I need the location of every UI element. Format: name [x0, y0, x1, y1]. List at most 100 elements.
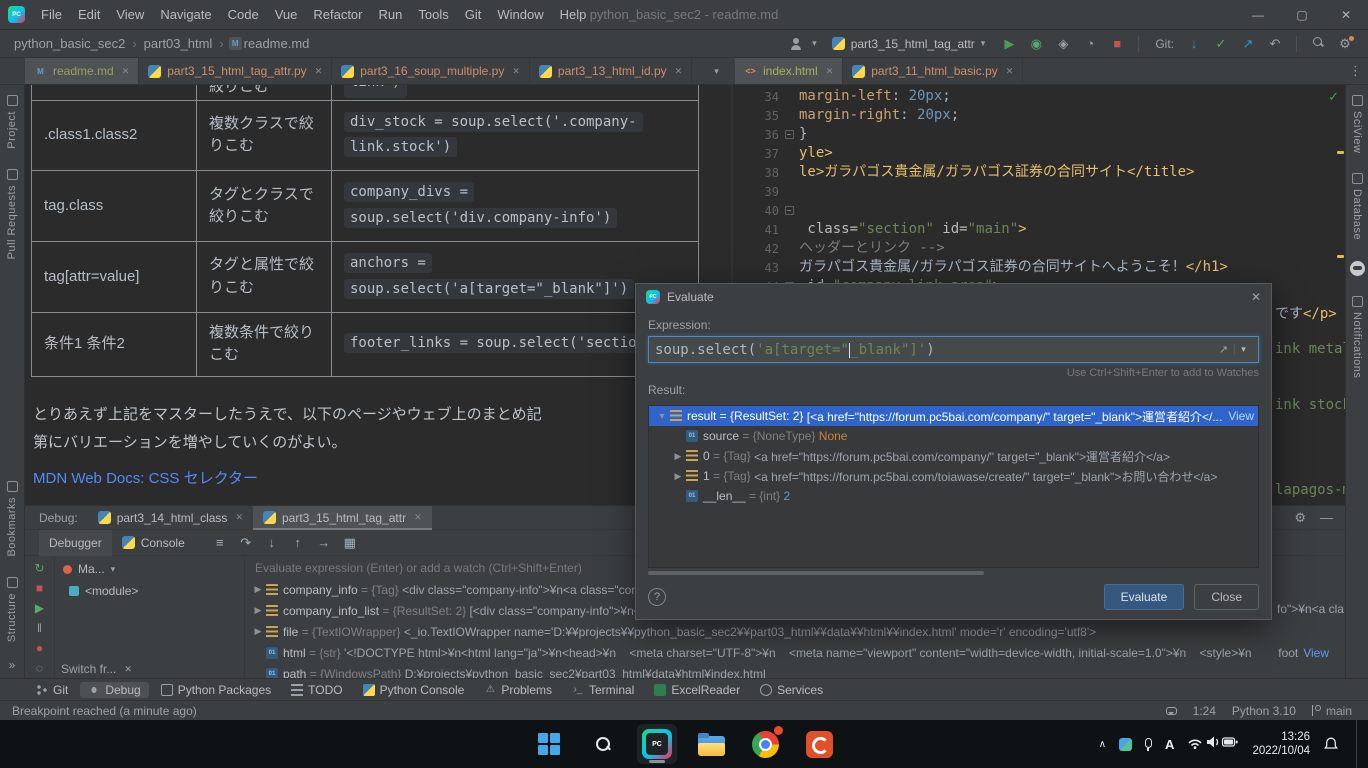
menu-vue[interactable]: Vue	[267, 0, 306, 30]
toolwindow-python-packages[interactable]: Python Packages	[153, 682, 279, 698]
line-number[interactable]: 34	[735, 87, 779, 106]
result-tree-row[interactable]: 01source = {NoneType} None	[649, 426, 1258, 446]
line-number[interactable]: 41	[735, 220, 779, 239]
evaluate-button[interactable]: Evaluate	[1104, 584, 1185, 610]
debug-minimize-icon[interactable]: —	[1320, 510, 1333, 526]
close-tab-icon[interactable]: ✕	[512, 66, 520, 77]
result-tree-row[interactable]: ▶0 = {Tag} <a href="https://forum.pc5bai…	[649, 446, 1258, 466]
toolwindow-excelreader[interactable]: ExcelReader	[646, 682, 748, 698]
close-tab-icon[interactable]: ✕	[1006, 66, 1014, 77]
python-interpreter[interactable]: Python 3.10	[1232, 704, 1296, 718]
evaluate-expression-button[interactable]: ▦	[339, 535, 361, 551]
search-everywhere-button[interactable]	[1309, 36, 1327, 51]
warning-stripe-mark[interactable]	[1337, 151, 1344, 154]
line-number[interactable]: 43	[735, 258, 779, 277]
line-number[interactable]: 39	[735, 182, 779, 201]
close-icon[interactable]: ✕	[124, 664, 132, 675]
tree-expand-arrow[interactable]: ▶	[251, 605, 265, 616]
close-tab-icon[interactable]: ✕	[675, 66, 683, 77]
breadcrumb-item[interactable]: python_basic_sec2	[12, 36, 127, 51]
debug-session-tab-part3_14_html_class[interactable]: part3_14_html_class✕	[88, 506, 253, 530]
stop-button[interactable]: ■	[1108, 36, 1126, 51]
git-rollback-button[interactable]: ↶	[1266, 36, 1284, 52]
menu-file[interactable]: File	[33, 0, 70, 30]
tool-stripe-database[interactable]: Database	[1351, 163, 1363, 250]
menu-navigate[interactable]: Navigate	[152, 0, 219, 30]
close-tab-icon[interactable]: ✕	[235, 512, 243, 523]
tool-stripe-notifications[interactable]: Notifications	[1351, 286, 1363, 388]
variable-row[interactable]: ▶file = {TextIOWrapper} <_io.TextIOWrapp…	[245, 621, 1345, 642]
menu-run[interactable]: Run	[371, 0, 411, 30]
tool-stripe-sciview[interactable]: SciView	[1351, 85, 1363, 163]
more-tool-windows-icon[interactable]: »	[9, 652, 16, 678]
line-number[interactable]: 36	[735, 125, 779, 144]
toolwindow-terminal[interactable]: ›_Terminal	[564, 682, 642, 698]
hidden-tabs-chevron-icon[interactable]: ▾	[714, 66, 719, 77]
start-button[interactable]	[529, 724, 569, 764]
run-configuration-select[interactable]: part3_15_html_tag_attr ▾	[826, 35, 992, 53]
microphone-icon[interactable]	[1145, 738, 1152, 748]
frames-bottom-tab[interactable]: Switch fr... ✕	[61, 662, 132, 676]
profiler-button[interactable]: ◔	[1081, 36, 1099, 51]
result-tree-row[interactable]: ▼result = {ResultSet: 2} [<a href="https…	[649, 406, 1258, 426]
toolwindow-git[interactable]: Git	[28, 682, 76, 698]
show-desktop-edge[interactable]	[1356, 720, 1360, 768]
line-number[interactable]: 42	[735, 239, 779, 258]
line-number[interactable]: 40	[735, 201, 779, 220]
result-tree-row[interactable]: 01__len__ = {int} 2	[649, 486, 1258, 506]
debugger-tab-debugger[interactable]: Debugger	[39, 530, 112, 556]
stack-frame-module[interactable]: <module>	[55, 581, 244, 601]
fold-icon[interactable]: −	[785, 206, 794, 215]
network-volume-battery-cluster[interactable]	[1187, 734, 1239, 755]
tool-stripe-github-copilot[interactable]	[1350, 251, 1365, 286]
view-breakpoints-button[interactable]: ●	[30, 641, 50, 655]
git-branch[interactable]: main	[1312, 704, 1352, 718]
close-dialog-button[interactable]: Close	[1194, 584, 1259, 610]
mute-breakpoints-button[interactable]: ◌	[30, 661, 50, 675]
expression-input[interactable]: soup.select('a[target="_blank"]') ↗ ▾	[648, 336, 1259, 363]
toolwindow-problems[interactable]: ⚠Problems	[476, 682, 560, 698]
editor-tab-readme.md[interactable]: readme.md✕	[25, 58, 139, 84]
run-button[interactable]: ▶	[1000, 36, 1018, 52]
editor-tab-part3_16_soup_multiple.py[interactable]: part3_16_soup_multiple.py✕	[332, 58, 530, 84]
step-out-button[interactable]: ↑	[287, 535, 309, 551]
minimize-button[interactable]: —	[1236, 0, 1280, 30]
breadcrumb-item[interactable]: part03_html	[142, 36, 215, 51]
debug-session-tab-part3_15_html_tag_attr[interactable]: part3_15_html_tag_attr✕	[253, 506, 432, 530]
editor-tab-index.html[interactable]: <>index.html✕	[735, 58, 843, 84]
git-update-button[interactable]: ↓	[1185, 36, 1203, 51]
run-to-cursor-button[interactable]: →	[313, 535, 335, 551]
tool-stripe-structure[interactable]: Structure	[6, 567, 18, 652]
hidden-icons-chevron[interactable]: ∧	[1099, 739, 1106, 750]
mdn-css-selector-link[interactable]: MDN Web Docs: CSS セレクター	[33, 467, 731, 488]
breadcrumb-item[interactable]: readme.md	[242, 36, 312, 51]
maximize-button[interactable]: ▢	[1280, 0, 1324, 30]
taskbar-clock[interactable]: 13:26 2022/10/04	[1252, 730, 1310, 758]
close-tab-icon[interactable]: ✕	[414, 512, 422, 523]
help-button[interactable]: ?	[648, 588, 666, 606]
tree-expand-arrow[interactable]: ▶	[251, 626, 265, 637]
coverage-button[interactable]: ◈	[1054, 36, 1072, 52]
editor-tab-part3_11_html_basic.py[interactable]: part3_11_html_basic.py✕	[843, 58, 1023, 84]
toolwindow-python-console[interactable]: Python Console	[355, 682, 473, 698]
menu-window[interactable]: Window	[489, 0, 551, 30]
close-tab-icon[interactable]: ✕	[122, 66, 130, 77]
event-log-icon[interactable]	[1166, 707, 1177, 715]
tool-stripe-pull-requests[interactable]: Pull Requests	[6, 159, 18, 269]
line-number[interactable]: 38	[735, 163, 779, 182]
expression-history-chevron-icon[interactable]: ▾	[1234, 344, 1252, 355]
line-number[interactable]: 35	[735, 106, 779, 125]
git-commit-button[interactable]: ✓	[1212, 36, 1230, 52]
toolwindow-services[interactable]: Services	[752, 682, 831, 698]
editor-tab-part3_15_html_tag_attr.py[interactable]: part3_15_html_tag_attr.py✕	[139, 58, 332, 84]
tree-expand-arrow[interactable]: ▶	[251, 584, 265, 595]
line-number[interactable]: 37	[735, 144, 779, 163]
menu-help[interactable]: Help	[552, 0, 595, 30]
debugger-tab-console[interactable]: Console	[112, 530, 195, 556]
debug-button[interactable]: ◉	[1027, 36, 1045, 52]
result-tree-row[interactable]: ▶1 = {Tag} <a href="https://forum.pc5bai…	[649, 466, 1258, 486]
step-into-button[interactable]: ↓	[261, 535, 283, 551]
thread-selector[interactable]: Ma... ▾	[55, 557, 244, 581]
rerun-button[interactable]: ↻	[30, 561, 50, 575]
menu-edit[interactable]: Edit	[70, 0, 108, 30]
